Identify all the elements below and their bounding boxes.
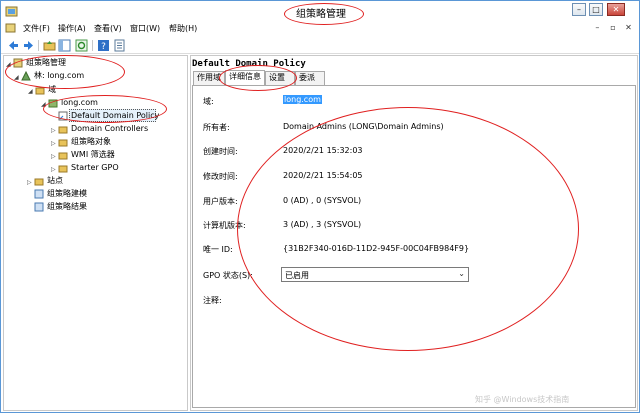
collapse-arrow-icon[interactable]: ◢ (28, 88, 35, 95)
tree-node-domains[interactable]: 域 (35, 84, 56, 96)
user-version-value[interactable]: 0 (AD) , 0 (SYSVOL) (283, 196, 361, 205)
tree-node-label: 组策略结果 (47, 202, 87, 211)
mdi-restore-button[interactable]: ▫ (608, 23, 617, 33)
tree-node-label: 站点 (47, 176, 63, 185)
modified-value[interactable]: 2020/2/21 15:54:05 (283, 171, 363, 180)
tree-node-wmi-filters[interactable]: WMI 筛选器 (58, 149, 115, 161)
tree-node-gpmc-root[interactable]: 组策略管理 (13, 57, 66, 69)
ou-folder-icon (58, 126, 68, 133)
forest-icon (21, 70, 31, 80)
tab-scope[interactable]: 作用域 (193, 71, 225, 85)
computer-version-value[interactable]: 3 (AD) , 3 (SYSVOL) (283, 220, 361, 229)
tree-node-label: WMI 筛选器 (71, 150, 115, 159)
mdi-window-buttons: – ▫ ✕ (589, 23, 633, 33)
console-menu-icon[interactable] (5, 23, 16, 34)
menu-help[interactable]: 帮助(H) (169, 23, 197, 34)
tree-node-gp-modeling[interactable]: 组策略建模 (34, 188, 87, 200)
menu-window[interactable]: 窗口(W) (130, 23, 160, 34)
title-bar[interactable]: 组策略管理 – □ ✕ (1, 1, 639, 22)
gpo-title: Default Domain Policy (192, 59, 306, 69)
window-title: 组策略管理 (296, 9, 346, 20)
gpo-status-selected-value: 已启用 (285, 271, 309, 280)
user-version-label: 用户版本: (203, 197, 238, 206)
close-button[interactable]: ✕ (607, 3, 625, 16)
tree-node-forest[interactable]: 林: long.com (21, 70, 84, 82)
comment-label: 注释: (203, 296, 222, 305)
owner-label: 所有者: (203, 123, 230, 132)
domain-icon (48, 99, 58, 107)
menu-file[interactable]: 文件(F) (23, 23, 50, 34)
collapse-arrow-icon[interactable]: ◢ (6, 61, 13, 68)
expand-arrow-icon[interactable]: ▷ (51, 140, 58, 147)
chevron-down-icon[interactable]: ⌄ (458, 269, 465, 278)
collapse-arrow-icon[interactable]: ◢ (41, 101, 48, 108)
tab-details[interactable]: 详细信息 (225, 70, 265, 85)
expand-arrow-icon[interactable]: ▷ (27, 179, 34, 186)
results-icon (34, 202, 44, 211)
tab-delegation[interactable]: 委派 (295, 71, 325, 85)
domains-folder-icon (35, 87, 45, 94)
folder-up-icon[interactable] (43, 39, 56, 52)
toolbar-separator (92, 40, 93, 51)
created-value[interactable]: 2020/2/21 15:32:03 (283, 146, 363, 155)
computer-version-label: 计算机版本: (203, 221, 246, 230)
tree-node-domain[interactable]: long.com (48, 97, 98, 109)
menu-action[interactable]: 操作(A) (58, 23, 86, 34)
expand-arrow-icon[interactable]: ▷ (51, 153, 58, 160)
sites-icon (34, 178, 44, 185)
maximize-button[interactable]: □ (589, 3, 603, 16)
gpo-folder-icon (58, 139, 68, 146)
show-hide-tree-icon[interactable] (58, 39, 71, 52)
tab-settings[interactable]: 设置 (265, 71, 295, 85)
starter-gpo-folder-icon (58, 165, 68, 172)
properties-icon[interactable] (113, 39, 126, 52)
owner-value[interactable]: Domain Admins (LONG\Domain Admins) (283, 122, 444, 131)
forward-icon[interactable] (22, 39, 35, 52)
unique-id-value[interactable]: {31B2F340-016D-11D2-945F-00C04FB984F9} (283, 244, 469, 253)
tree-node-label: Starter GPO (71, 163, 119, 172)
back-icon[interactable] (7, 39, 20, 52)
modeling-icon (34, 189, 44, 198)
tree-node-label: Domain Controllers (71, 124, 149, 133)
collapse-arrow-icon[interactable]: ◢ (14, 74, 21, 81)
tree-node-label: long.com (61, 98, 98, 107)
toolbar-separator (38, 40, 39, 51)
mdi-close-button[interactable]: ✕ (624, 23, 633, 33)
tree-node-label: 域 (48, 85, 56, 94)
gpo-status-label: GPO 状态(S): (203, 271, 253, 280)
created-label: 创建时间: (203, 147, 238, 156)
gpmc-app-icon (5, 6, 18, 17)
refresh-icon[interactable] (75, 39, 88, 52)
watermark: 知乎 @Windows技术指南 (475, 395, 570, 404)
toolbar: ? (1, 37, 639, 54)
tree-node-label: 林: long.com (34, 71, 85, 80)
menu-view[interactable]: 查看(V) (94, 23, 122, 34)
help-icon[interactable]: ? (97, 39, 110, 52)
menu-bar: 文件(F) 操作(A) 查看(V) 窗口(W) 帮助(H) – ▫ ✕ (1, 22, 639, 36)
domain-label: 域: (203, 97, 214, 106)
minimize-button[interactable]: – (572, 3, 586, 16)
tree-node-label: Default Domain Policy (71, 111, 160, 120)
domain-value[interactable]: long.com (283, 95, 322, 104)
expand-arrow-icon[interactable]: ▷ (51, 127, 58, 134)
tree-node-gp-results[interactable]: 组策略结果 (34, 201, 87, 213)
expand-arrow-icon[interactable]: ▷ (51, 166, 58, 173)
svg-text:?: ? (101, 42, 106, 52)
modified-label: 修改时间: (203, 172, 238, 181)
tree-node-label: 组策略管理 (26, 58, 66, 67)
gpmc-window: 组策略管理 – □ ✕ 文件(F) 操作(A) 查看(V) 窗口(W) 帮助(H… (0, 0, 640, 413)
tree-node-gpo-objects[interactable]: 组策略对象 (58, 136, 111, 148)
tree-node-label: 组策略建模 (47, 189, 87, 198)
gpo-link-icon (58, 111, 68, 120)
tree-node-starter-gpo[interactable]: Starter GPO (58, 162, 119, 174)
tree-node-label: 组策略对象 (71, 137, 111, 146)
wmi-folder-icon (58, 152, 68, 159)
unique-id-label: 唯一 ID: (203, 245, 233, 254)
tree-node-default-domain-policy[interactable]: Default Domain Policy (58, 110, 159, 122)
gpo-status-select[interactable]: 已启用 ⌄ (281, 267, 469, 282)
mdi-minimize-button[interactable]: – (593, 23, 602, 33)
tree-node-domain-controllers[interactable]: Domain Controllers (58, 123, 148, 135)
gpmc-root-icon (13, 58, 23, 67)
tree-node-sites[interactable]: 站点 (34, 175, 63, 187)
